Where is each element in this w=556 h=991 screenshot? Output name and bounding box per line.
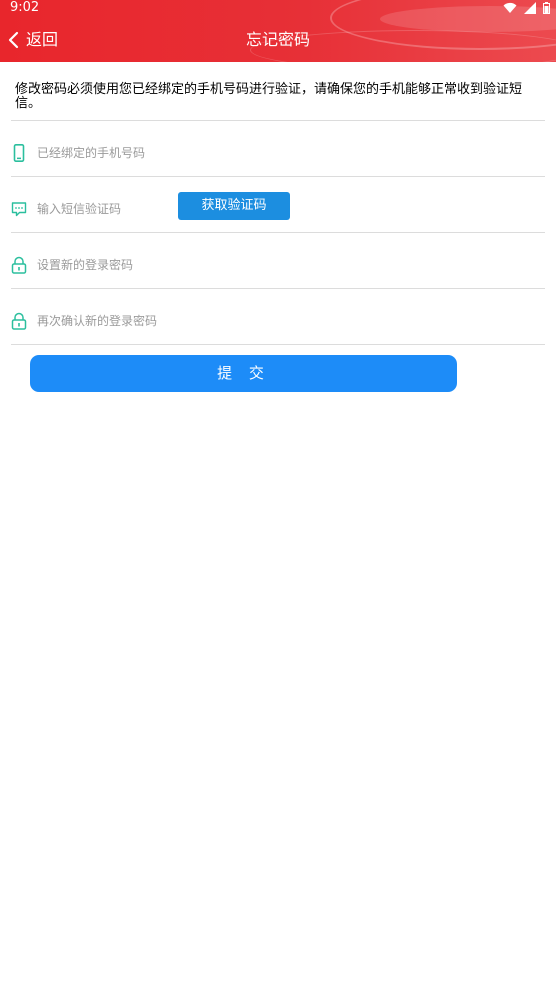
- divider: [11, 176, 545, 177]
- wifi-icon: [503, 2, 517, 14]
- signal-icon: [523, 2, 536, 14]
- submit-button[interactable]: 提 交: [30, 355, 457, 392]
- divider: [11, 344, 545, 345]
- sms-code-input[interactable]: [37, 199, 172, 219]
- status-time: 9:02: [10, 0, 40, 15]
- new-password-input[interactable]: [37, 255, 337, 275]
- divider: [11, 232, 545, 233]
- confirm-password-input[interactable]: [37, 311, 337, 331]
- battery-icon: [543, 2, 550, 14]
- phone-icon: [13, 144, 25, 162]
- divider: [11, 288, 545, 289]
- divider: [11, 120, 545, 121]
- get-code-button[interactable]: 获取验证码: [178, 192, 290, 220]
- page-title: 忘记密码: [245, 30, 310, 49]
- lock-icon: [11, 312, 27, 330]
- phone-number-input[interactable]: [37, 143, 337, 163]
- status-icons: [501, 2, 550, 14]
- message-icon: [11, 202, 27, 217]
- app-header: 9:02 返回 忘记密码: [0, 0, 556, 62]
- verification-notice: 修改密码必须使用您已经绑定的手机号码进行验证，请确保您的手机能够正常收到验证短信…: [15, 82, 523, 111]
- lock-icon: [11, 256, 27, 274]
- status-bar: 9:02: [0, 0, 556, 18]
